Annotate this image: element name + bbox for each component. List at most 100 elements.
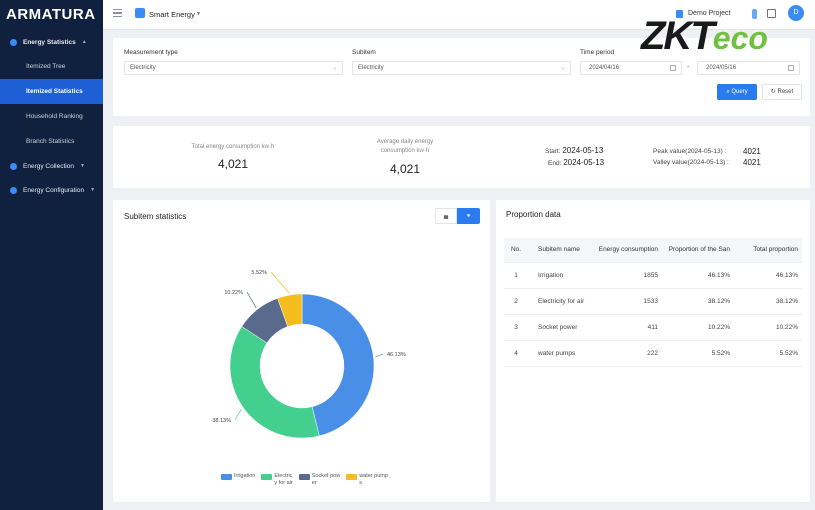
cell-no: 3	[504, 314, 528, 341]
chevron-up-icon: ▲	[81, 39, 87, 45]
label-leader-line	[246, 291, 257, 309]
slice-percent-label: 5.52%	[251, 270, 267, 276]
chevron-down-icon: ▼	[90, 187, 96, 193]
avg-daily-label-line2: consumption kw·h	[380, 148, 430, 154]
avg-daily-label: Average daily energy consumption kw·h	[335, 138, 475, 156]
col-proportion-same: Proportion of the San	[662, 238, 734, 263]
table-row: 1 Irrigation 1855 46.13% 46.13%	[504, 262, 802, 289]
start-date-input[interactable]: 2024/04/16	[580, 61, 682, 75]
total-consumption-value: 4,021	[217, 157, 249, 171]
date-range-separator: -	[687, 64, 690, 71]
avg-daily-value: 4,021	[389, 162, 421, 176]
calendar-icon	[670, 65, 676, 71]
nav-group-energy-collection[interactable]: Energy Collection ▼	[0, 154, 103, 178]
chevron-down-icon: ▼	[79, 163, 85, 169]
sidebar-item-itemized-tree[interactable]: Itemized Tree	[0, 54, 103, 79]
cell-energy: 1533	[594, 288, 662, 315]
valley-label: Valley value(2024-05-13) :	[653, 159, 729, 166]
subitem-value: Electricity	[358, 65, 384, 71]
avatar[interactable]: D	[788, 5, 804, 21]
cell-total: 10.22%	[734, 314, 802, 341]
valley-value: 4021	[743, 158, 761, 167]
cell-proportion: 38.12%	[662, 288, 734, 315]
subitem-select[interactable]: Electricity ⌄	[352, 61, 571, 75]
zkteco-logo-part1: ZKT	[641, 14, 715, 58]
start-row: Start: 2024-05-13	[545, 146, 603, 155]
subitem-label: Subitem	[352, 49, 376, 56]
cell-energy: 411	[594, 314, 662, 341]
cell-energy: 1855	[594, 262, 662, 289]
table-row: 3 Socket power 411 10.22% 10.22%	[504, 314, 802, 341]
calendar-icon	[788, 65, 794, 71]
proportion-data-title: Proportion data	[506, 210, 561, 219]
reset-button[interactable]: ↻ Reset	[762, 84, 802, 100]
cell-total: 5.52%	[734, 340, 802, 367]
legend-swatch	[346, 474, 358, 480]
measurement-type-label: Measurement type	[124, 49, 178, 56]
config-icon	[10, 186, 17, 194]
nav-group-energy-configuration[interactable]: Energy Configuration ▼	[0, 178, 103, 202]
peak-label: Peak value(2024-05-13) :	[653, 148, 727, 155]
summary-panel: Total energy consumption kw·h 4,021 Aver…	[113, 126, 810, 188]
cell-name: water pumps	[528, 340, 594, 367]
col-total-proportion: Total proportion	[734, 238, 802, 263]
query-button[interactable]: ⌕ Query	[717, 84, 757, 100]
start-value: 2024-05-13	[562, 146, 604, 155]
slice-percent-label: 46.13%	[387, 352, 406, 358]
measurement-type-select[interactable]: Electricity ⌄	[124, 61, 343, 75]
proportion-table: No. Subitem name Energy consumption Prop…	[504, 238, 802, 367]
legend-item[interactable]: Socket pow er	[298, 473, 340, 487]
app-switcher[interactable]: Smart Energy	[149, 10, 195, 19]
cell-no: 1	[504, 262, 528, 289]
zkteco-logo: ZKTeco	[641, 14, 768, 60]
cell-proportion: 5.52%	[662, 340, 734, 367]
time-period-label: Time period	[580, 49, 615, 56]
cell-proportion: 46.13%	[662, 262, 734, 289]
legend-swatch	[298, 474, 310, 480]
label-leader-line	[375, 353, 384, 358]
legend-swatch	[221, 474, 232, 480]
smart-energy-icon	[135, 8, 145, 18]
nav-group-label: Energy Collection	[23, 162, 74, 170]
subitem-statistics-panel: Subitem statistics ▄ ● 46.13% 38.13% 10.22…	[113, 200, 490, 502]
nav-group-label: Energy Configuration	[23, 186, 85, 194]
fullscreen-icon[interactable]	[767, 9, 776, 18]
cell-total: 46.13%	[734, 262, 802, 289]
end-date-input[interactable]: 2024/05/16	[697, 61, 800, 75]
energy-icon	[10, 38, 17, 46]
caret-down-icon[interactable]: ▼	[196, 11, 201, 17]
donut-chart: 46.13% 38.13% 10.22% 5.52%	[212, 270, 406, 439]
sidebar-item-itemized-statistics[interactable]: Itemized Statistics	[0, 79, 103, 104]
pie-slice-electricity-for-air[interactable]	[229, 326, 320, 439]
start-label: Start:	[545, 148, 561, 155]
legend-label: Electric y for air	[274, 473, 293, 486]
reset-label: Reset	[777, 89, 794, 95]
legend-label: water pump s	[359, 473, 388, 486]
slice-percent-label: 38.13%	[212, 418, 231, 424]
end-value: 2024-05-13	[563, 158, 605, 167]
col-energy-consumption: Energy consumption	[594, 238, 662, 263]
proportion-data-panel: Proportion data No. Subitem name Energy …	[496, 200, 810, 502]
legend-item[interactable]: water pump s	[346, 473, 388, 487]
cell-energy: 222	[594, 340, 662, 367]
cell-proportion: 10.22%	[662, 314, 734, 341]
cell-total: 38.12%	[734, 288, 802, 315]
collection-icon	[10, 162, 17, 170]
cell-name: Irrigation	[528, 262, 594, 289]
nav-group-energy-statistics[interactable]: Energy Statistics ▲	[0, 30, 103, 54]
label-leader-line	[270, 271, 290, 294]
legend-item[interactable]: Irrigation	[221, 473, 255, 480]
end-date-value: 2024/05/16	[706, 65, 737, 71]
sidebar-item-branch-statistics[interactable]: Branch Statistics	[0, 129, 103, 154]
zkteco-logo-part2: eco	[712, 20, 768, 56]
menu-icon[interactable]	[113, 9, 122, 18]
table-header-row: No. Subitem name Energy consumption Prop…	[504, 238, 802, 263]
refresh-icon: ↻	[770, 89, 778, 95]
chevron-down-icon: ⌄	[560, 65, 565, 71]
armatura-logo: ARMATURA	[6, 6, 96, 23]
sidebar-item-household-ranking[interactable]: Household Ranking	[0, 104, 103, 129]
nav-group-label: Energy Statistics	[23, 38, 76, 46]
legend-item[interactable]: Electric y for air	[261, 473, 293, 487]
total-consumption-label: Total energy consumption kw·h	[191, 144, 275, 150]
end-row: End: 2024-05-13	[548, 158, 604, 167]
